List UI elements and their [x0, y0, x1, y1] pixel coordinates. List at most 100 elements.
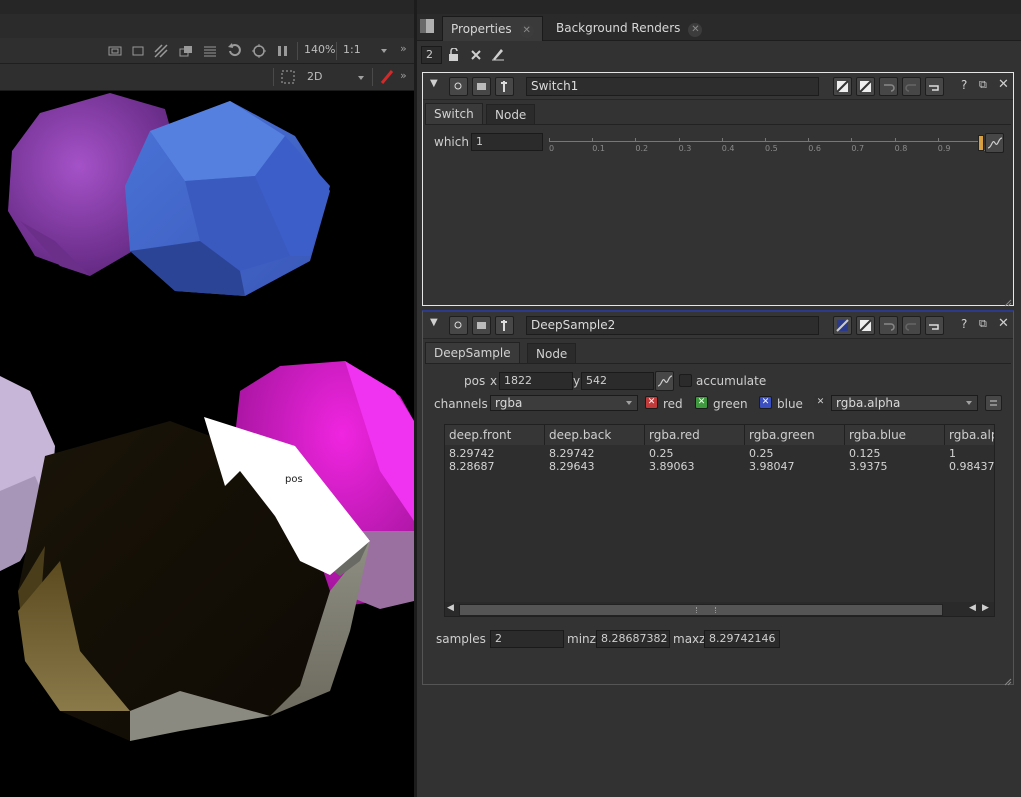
alpha-channel-dropdown[interactable]: rgba.alpha [831, 395, 978, 411]
float-icon[interactable]: ⧉ [979, 317, 987, 331]
tab-switch[interactable]: Switch [425, 103, 483, 124]
node-name-field[interactable]: Switch1 [526, 77, 819, 96]
channels-dropdown[interactable]: rgba [490, 395, 638, 411]
viewer-canvas[interactable]: pos [0, 91, 414, 797]
slider-tick-label: 0.2 [635, 144, 649, 153]
tab-node[interactable]: Node [486, 104, 536, 125]
paint-brush-icon[interactable] [380, 70, 394, 84]
tab-deepsample[interactable]: DeepSample [425, 342, 520, 363]
gl-color-icon[interactable] [856, 77, 875, 96]
pos-x-input[interactable]: 1822 [499, 372, 573, 390]
tab-properties[interactable]: Properties ✕ [442, 16, 543, 41]
col-deep-front[interactable]: deep.front [445, 425, 545, 445]
col-deep-back[interactable]: deep.back [545, 425, 645, 445]
lines-icon[interactable] [203, 44, 217, 58]
revert-icon[interactable] [925, 316, 944, 335]
channels-label: channels [434, 397, 488, 411]
col-rgba-alpha[interactable]: rgba.alp [945, 425, 994, 445]
chevron-down-icon[interactable] [358, 76, 364, 80]
tab-underline [425, 124, 1011, 125]
chevron-down-icon [626, 401, 632, 405]
undo-icon[interactable] [879, 316, 898, 335]
wrench-icon[interactable] [495, 77, 514, 96]
pos-label: pos [464, 374, 486, 388]
viewer-top-strip [0, 0, 414, 14]
pause-icon[interactable] [276, 44, 290, 58]
animation-curve-icon[interactable] [985, 133, 1004, 153]
alpha-channel-value: rgba.alpha [836, 396, 901, 410]
red-checkbox[interactable]: ✕ [645, 396, 658, 409]
close-icon[interactable]: ✕ [998, 77, 1009, 92]
roi-icon[interactable] [252, 44, 266, 58]
collapse-icon[interactable]: ▼ [430, 78, 438, 89]
close-icon[interactable]: ✕ [688, 23, 703, 37]
collapse-icon[interactable]: ▼ [430, 317, 438, 328]
which-input[interactable]: 1 [471, 133, 543, 151]
tab-node[interactable]: Node [527, 343, 577, 364]
gl-color-icon[interactable] [856, 316, 875, 335]
scroll-right-icon[interactable]: ▶ [982, 603, 989, 613]
redo-icon[interactable] [902, 316, 921, 335]
green-checkbox[interactable]: ✕ [695, 396, 708, 409]
col-rgba-blue[interactable]: rgba.blue [845, 425, 945, 445]
expand-icon[interactable]: » [400, 69, 407, 82]
pos-y-input[interactable]: 542 [581, 372, 654, 390]
which-slider[interactable]: 00.10.20.30.40.50.60.70.80.91 [549, 133, 986, 153]
wipe-icon[interactable] [179, 44, 193, 58]
zoom-level[interactable]: 140% [304, 43, 335, 56]
node-icon[interactable] [472, 316, 491, 335]
resize-grip-icon[interactable] [1004, 296, 1012, 307]
mask-icon[interactable] [108, 44, 122, 58]
clear-panels-icon[interactable] [469, 48, 483, 62]
view-mode-dropdown[interactable]: 2D [307, 70, 322, 83]
maxz-label: maxz [673, 632, 706, 646]
node-icon[interactable] [472, 77, 491, 96]
resize-grip-icon[interactable] [1004, 675, 1012, 686]
tile-color-icon[interactable] [833, 316, 852, 335]
scroll-left-icon[interactable]: ◀ [447, 603, 454, 613]
max-panels-input[interactable]: 2 [421, 46, 442, 64]
samples-label: samples [436, 632, 486, 646]
node-name-field[interactable]: DeepSample2 [526, 316, 819, 335]
slider-tick [549, 138, 550, 142]
viewer-toggle-icon[interactable] [449, 316, 468, 335]
region-select-icon[interactable] [281, 70, 295, 84]
alpha-checkbox[interactable]: ✕ [814, 396, 827, 409]
wrench-icon[interactable] [495, 316, 514, 335]
slider-handle[interactable] [978, 135, 984, 151]
accumulate-checkbox[interactable] [679, 374, 692, 387]
lock-icon[interactable] [447, 48, 461, 62]
col-rgba-red[interactable]: rgba.red [645, 425, 745, 445]
tab-background-renders[interactable]: Background Renders ✕ [548, 16, 710, 40]
float-icon[interactable]: ⧉ [979, 78, 987, 92]
stripes-icon[interactable] [154, 44, 168, 58]
proxy-dropdown[interactable]: 1:1 [343, 43, 361, 56]
pencil-icon[interactable] [491, 47, 505, 61]
revert-icon[interactable] [925, 77, 944, 96]
undo-icon[interactable] [879, 77, 898, 96]
horizontal-scrollbar[interactable]: ◀ ◀ ▶ [445, 602, 994, 616]
tile-color-icon[interactable] [833, 77, 852, 96]
col-rgba-green[interactable]: rgba.green [745, 425, 845, 445]
pane-menu-icon[interactable] [420, 19, 434, 33]
help-icon[interactable]: ? [961, 78, 967, 92]
redo-icon[interactable] [902, 77, 921, 96]
frame-icon[interactable] [131, 44, 145, 58]
scroll-left-icon[interactable]: ◀ [969, 603, 976, 613]
viewer-toggle-icon[interactable] [449, 77, 468, 96]
scrollbar-thumb[interactable] [459, 604, 943, 616]
green-label: green [713, 397, 748, 411]
refresh-icon[interactable] [227, 43, 241, 57]
slider-tick-label: 0.4 [721, 144, 735, 153]
slider-tick-label: 0.5 [765, 144, 778, 153]
equals-icon[interactable] [985, 395, 1002, 411]
close-icon[interactable]: ✕ [998, 316, 1009, 331]
help-icon[interactable]: ? [961, 317, 967, 331]
animation-curve-icon[interactable] [655, 371, 674, 391]
blue-checkbox[interactable]: ✕ [759, 396, 772, 409]
expand-icon[interactable]: » [400, 42, 407, 55]
samples-table[interactable]: deep.front deep.back rgba.red rgba.green… [444, 424, 995, 617]
chevron-down-icon[interactable] [381, 49, 387, 53]
close-icon[interactable]: ✕ [519, 24, 534, 38]
panel-header: ▼ DeepSample2 ? ⧉ ✕ [423, 312, 1013, 339]
